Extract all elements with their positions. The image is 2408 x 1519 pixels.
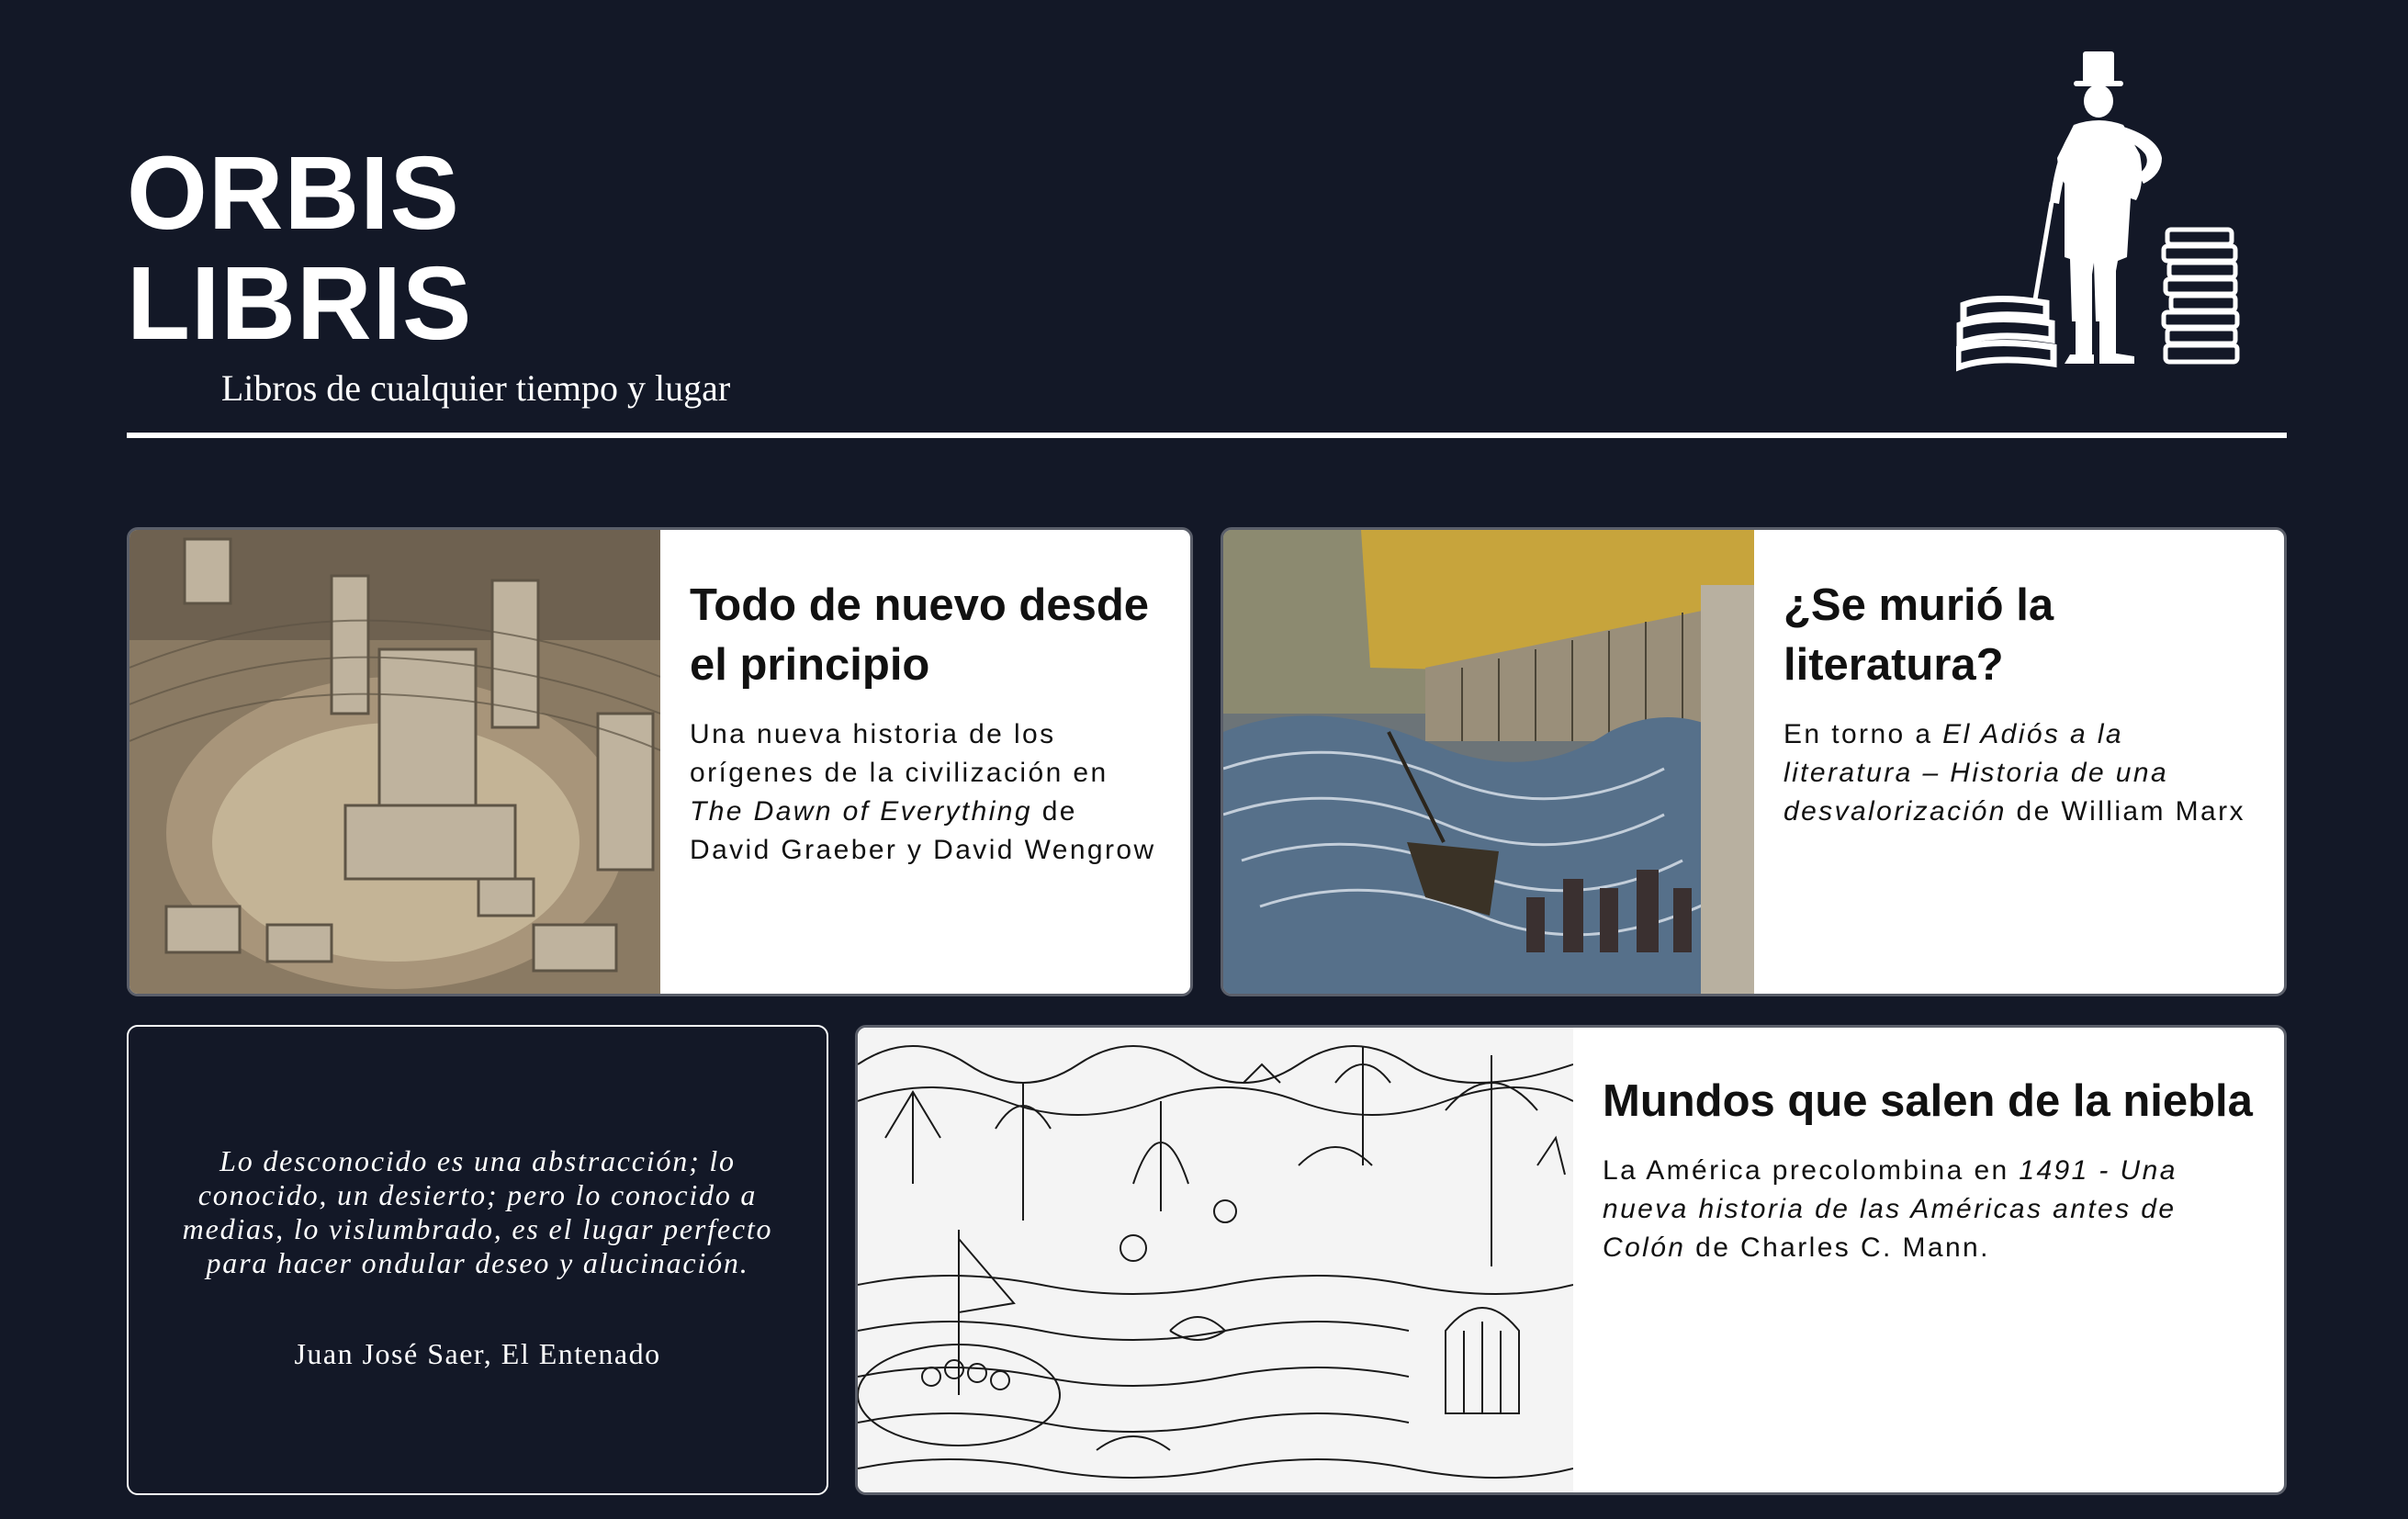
header-divider bbox=[127, 433, 2287, 438]
stone-ruins-photo[interactable] bbox=[129, 530, 660, 994]
article-description: Una nueva historia de los orígenes de la… bbox=[690, 715, 1163, 870]
article-body: ¿Se murió la literatura? En torno a El A… bbox=[1754, 530, 2284, 994]
page: ORBIS LIBRIS Libros de cualquier tiempo … bbox=[0, 0, 2408, 1519]
description-text: de William Marx bbox=[2006, 796, 2245, 827]
description-text: Una nueva historia de los orígenes de la… bbox=[690, 719, 1108, 788]
quote-text: Lo desconocido es una abstracción; lo co… bbox=[182, 1144, 773, 1279]
article-card-dawn-of-everything[interactable]: Todo de nuevo desde el principio Una nue… bbox=[127, 527, 1193, 996]
gentleman-with-books-icon bbox=[1954, 46, 2259, 377]
article-card-adios-literatura[interactable]: ¿Se murió la literatura? En torno a El A… bbox=[1221, 527, 2287, 996]
site-title[interactable]: ORBIS LIBRIS bbox=[127, 138, 825, 358]
article-title[interactable]: ¿Se murió la literatura? bbox=[1783, 576, 2256, 695]
quote-card: Lo desconocido es una abstracción; lo co… bbox=[127, 1025, 828, 1495]
earthquake-tsunami-engraving[interactable] bbox=[1223, 530, 1754, 994]
jungle-boat-ink-drawing[interactable] bbox=[858, 1028, 1573, 1492]
article-title[interactable]: Mundos que salen de la niebla bbox=[1603, 1072, 2266, 1131]
site-subtitle: Libros de cualquier tiempo y lugar bbox=[220, 367, 731, 409]
description-text: de Charles C. Mann. bbox=[1685, 1232, 1990, 1263]
quote-author: Juan José Saer, El Entenado bbox=[294, 1337, 661, 1370]
description-text: En torno a bbox=[1783, 719, 1943, 749]
brand[interactable]: ORBIS LIBRIS Libros de cualquier tiempo … bbox=[127, 138, 825, 411]
article-title[interactable]: Todo de nuevo desde el principio bbox=[690, 576, 1163, 695]
book-title: The Dawn of Everything bbox=[690, 796, 1032, 827]
article-body: Todo de nuevo desde el principio Una nue… bbox=[660, 530, 1190, 994]
article-description: En torno a El Adiós a la literatura – Hi… bbox=[1783, 715, 2256, 831]
article-card-1491[interactable]: Mundos que salen de la niebla La América… bbox=[855, 1025, 2287, 1495]
article-body: Mundos que salen de la niebla La América… bbox=[1573, 1028, 2284, 1492]
article-description: La América precolombina en 1491 - Una nu… bbox=[1603, 1152, 2266, 1267]
description-text: La América precolombina en bbox=[1603, 1155, 2020, 1186]
